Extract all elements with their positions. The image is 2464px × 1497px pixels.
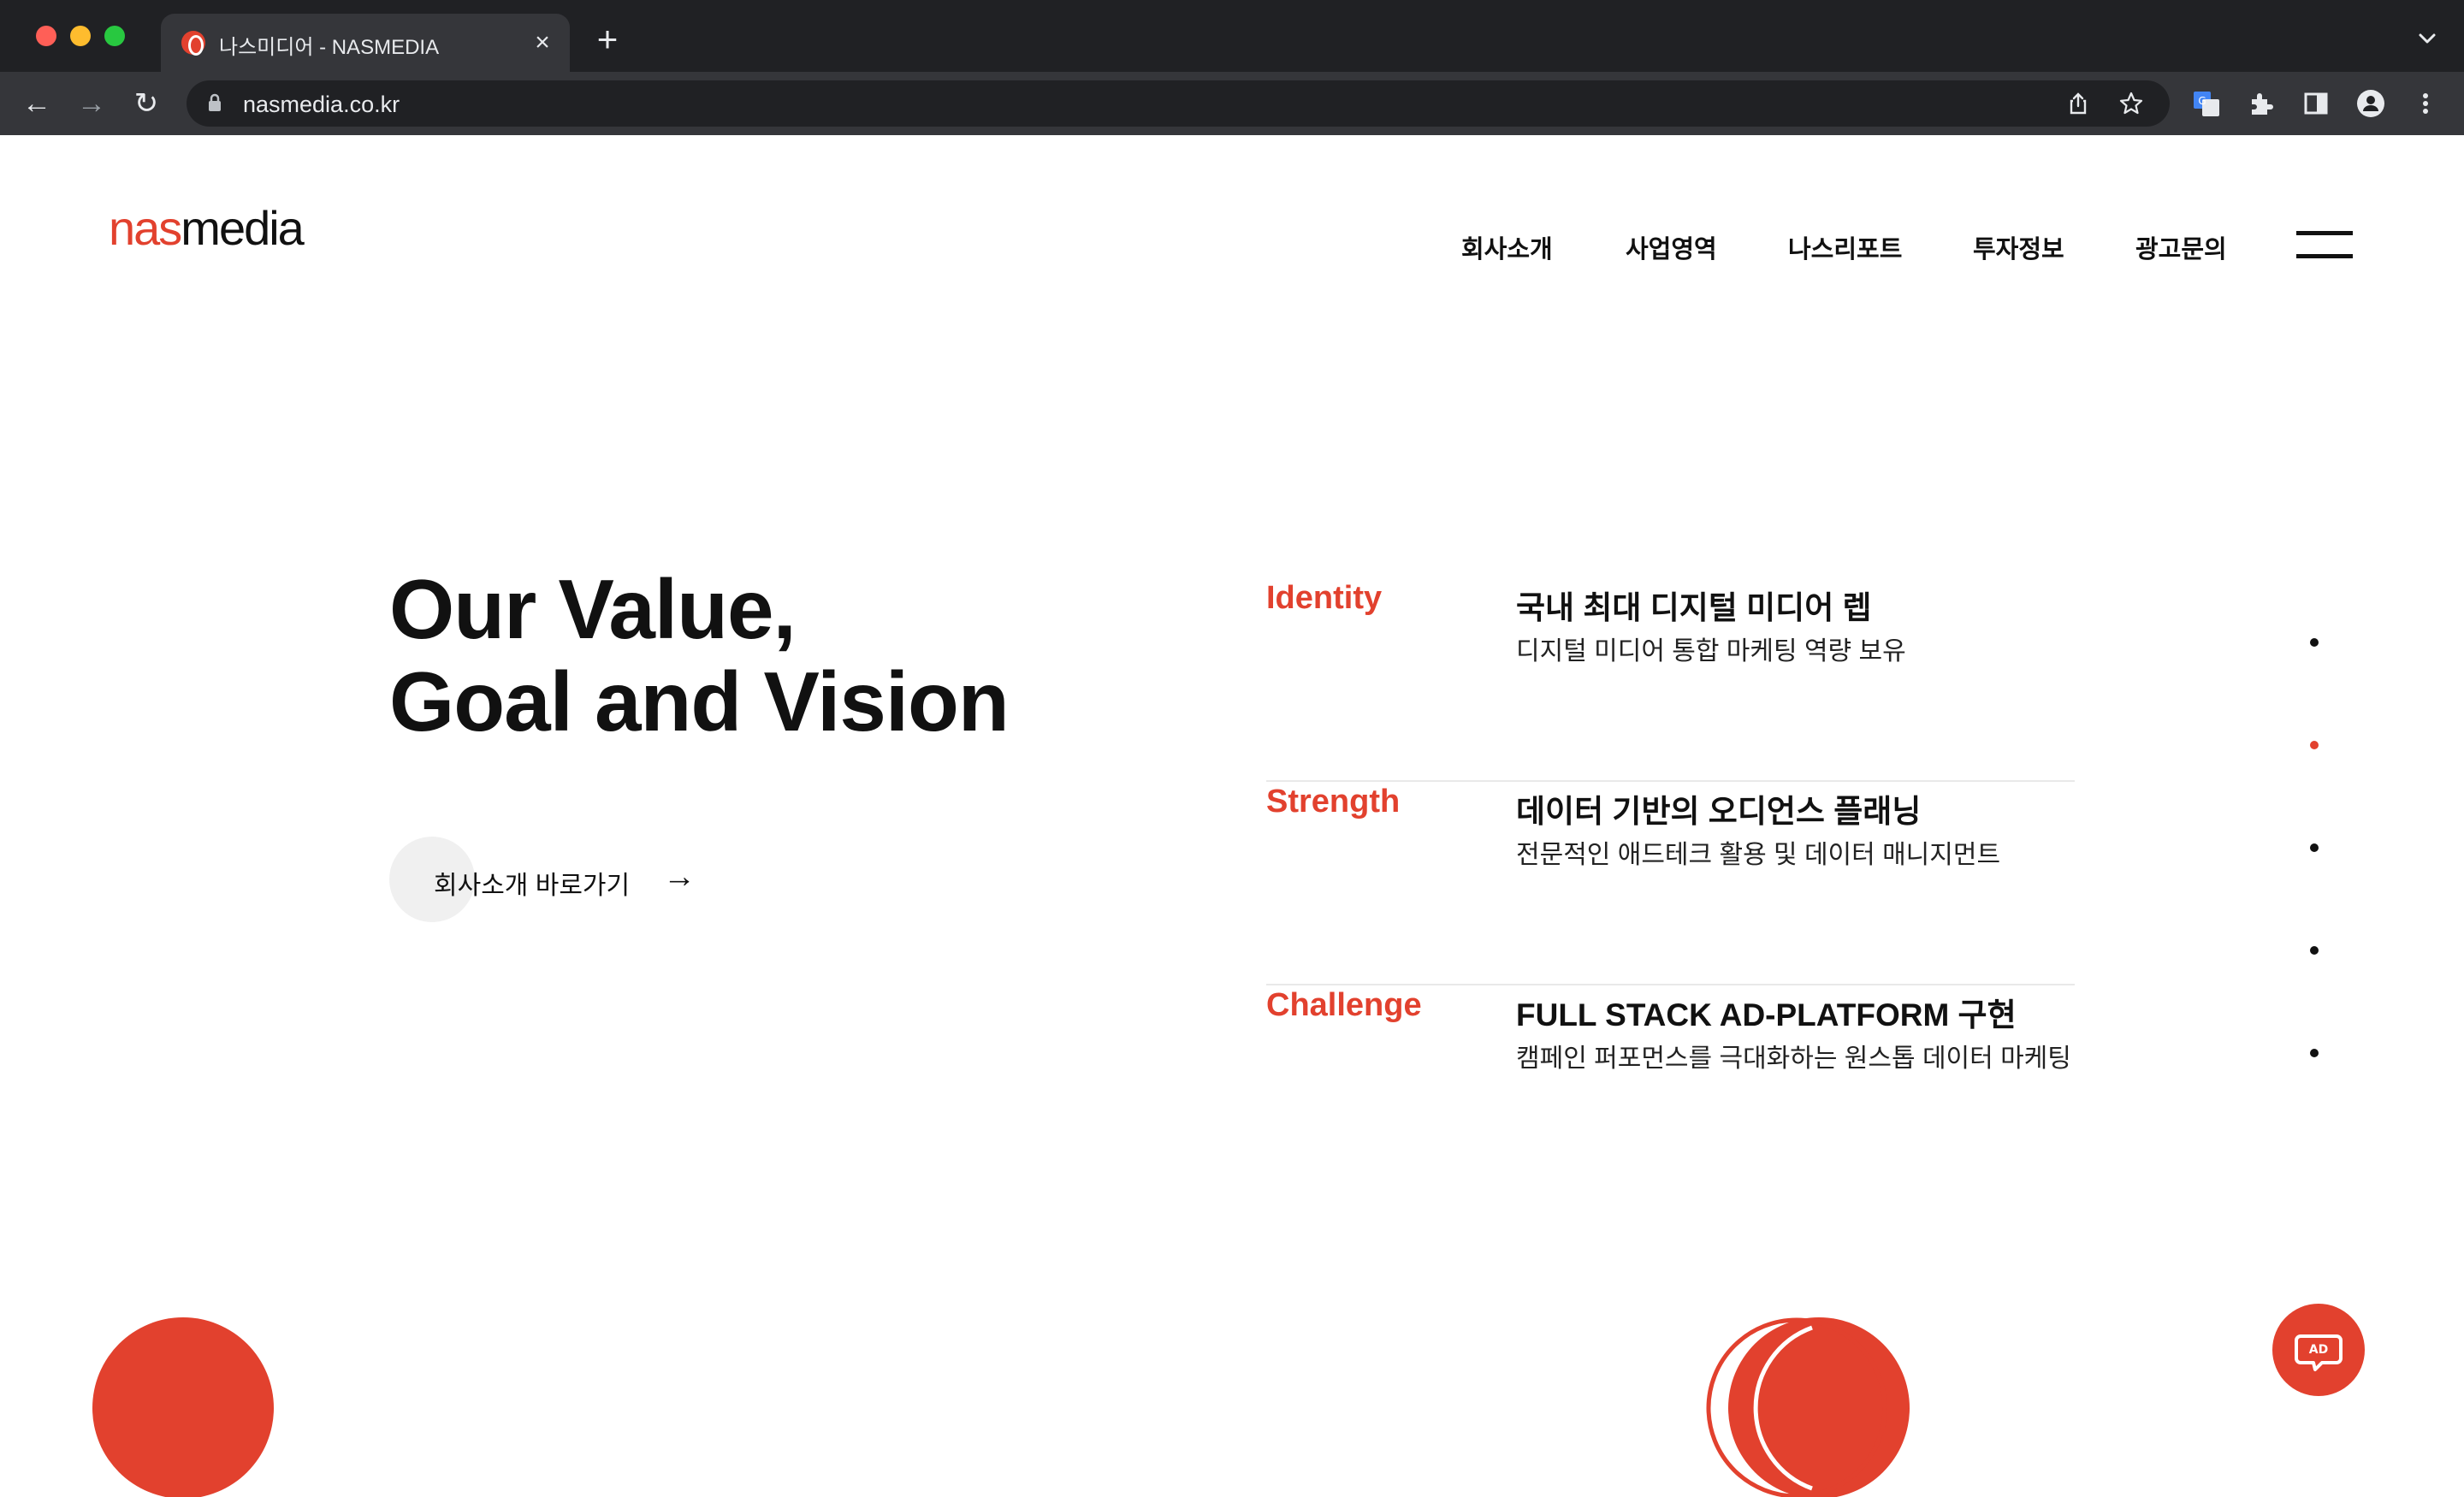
value-item-strength: Strength 데이터 기반의 오디언스 플래닝 전문적인 애드테크 활용 및… xyxy=(1266,784,2075,985)
value-desc: 전문적인 애드테크 활용 및 데이터 매니지먼트 xyxy=(1516,841,2001,869)
new-tab-button[interactable]: + xyxy=(590,21,625,57)
nav-item-ad-inquiry[interactable]: 광고문의 xyxy=(2135,229,2227,265)
browser-chrome: 나스미디어 - NASMEDIA × + ← → ↻ nasmedia.co.k… xyxy=(0,0,2464,135)
logo-part-media: media xyxy=(181,201,305,255)
value-key: Challenge xyxy=(1266,987,1422,1023)
section-pager-dot[interactable] xyxy=(2310,946,2319,955)
page-headline: Our Value, Goal and Vision xyxy=(389,562,1010,748)
nav-item-report[interactable]: 나스리포트 xyxy=(1788,229,1902,265)
ad-chat-bubble-icon: AD xyxy=(2295,1334,2343,1371)
nav-item-business[interactable]: 사업영역 xyxy=(1626,229,1717,265)
nav-item-investor[interactable]: 투자정보 xyxy=(1973,229,2064,265)
profile-avatar-icon[interactable] xyxy=(2356,89,2385,118)
value-key: Identity xyxy=(1266,580,1383,616)
bookmark-star-icon[interactable] xyxy=(2118,91,2144,116)
value-item-identity: Identity 국내 최대 디지털 미디어 렙 디지털 미디어 통합 마케팅 … xyxy=(1266,580,2075,782)
website-viewport: nasmedia 회사소개 사업영역 나스리포트 투자정보 광고문의 Our V… xyxy=(0,135,2464,1497)
value-desc: 디지털 미디어 통합 마케팅 역량 보유 xyxy=(1516,637,1906,666)
minimize-window-button[interactable] xyxy=(70,26,91,46)
value-item-challenge: Challenge FULL STACK AD-PLATFORM 구현 캠페인 … xyxy=(1266,987,2075,1189)
forward-button[interactable]: → xyxy=(74,86,110,121)
translate-extension-icon[interactable]: G xyxy=(2192,89,2221,118)
close-window-button[interactable] xyxy=(36,26,56,46)
ad-chat-label: AD xyxy=(2309,1343,2328,1357)
hamburger-menu-icon[interactable] xyxy=(2296,231,2353,258)
favicon-icon xyxy=(181,31,205,56)
logo-part-nas: nas xyxy=(109,201,182,255)
back-button[interactable]: ← xyxy=(19,86,55,121)
section-pager-dot-active[interactable] xyxy=(2310,741,2319,749)
cta-label: 회사소개 바로가기 xyxy=(434,872,631,900)
svg-text:G: G xyxy=(2198,95,2206,107)
more-vert-icon[interactable] xyxy=(2411,89,2440,118)
ad-inquiry-chat-button[interactable]: AD xyxy=(2272,1304,2365,1396)
address-bar[interactable]: nasmedia.co.kr xyxy=(187,80,2170,127)
reload-button[interactable]: ↻ xyxy=(128,86,164,121)
headline-line-2: Goal and Vision xyxy=(389,654,1010,748)
zoom-window-button[interactable] xyxy=(104,26,125,46)
nasmedia-logo[interactable]: nasmedia xyxy=(109,200,305,256)
value-key: Strength xyxy=(1266,784,1401,820)
decorative-red-circle xyxy=(92,1317,274,1497)
section-pager-dot[interactable] xyxy=(2310,843,2319,852)
browser-toolbar: ← → ↻ nasmedia.co.kr G xyxy=(0,72,2464,135)
share-icon[interactable] xyxy=(2065,91,2091,116)
value-title: FULL STACK AD-PLATFORM 구현 xyxy=(1516,997,2017,1033)
arrow-right-icon: → xyxy=(663,859,696,895)
tab-strip: 나스미디어 - NASMEDIA × + xyxy=(0,0,2464,72)
value-title: 데이터 기반의 오디언스 플래닝 xyxy=(1516,794,1922,829)
tab-title: 나스미디어 - NASMEDIA xyxy=(219,36,440,59)
extensions-puzzle-icon[interactable] xyxy=(2247,89,2276,118)
value-title: 국내 최대 디지털 미디어 렙 xyxy=(1516,590,1872,625)
decorative-overlapping-circles xyxy=(1706,1317,1910,1497)
section-pager-dot[interactable] xyxy=(2310,1049,2319,1057)
company-intro-link-button[interactable]: 회사소개 바로가기 → xyxy=(389,837,714,922)
chevron-down-icon[interactable] xyxy=(2414,26,2440,51)
tab-active[interactable]: 나스미디어 - NASMEDIA × xyxy=(161,14,570,72)
lock-icon xyxy=(209,93,221,111)
url-text: nasmedia.co.kr xyxy=(243,92,400,117)
nav-item-company[interactable]: 회사소개 xyxy=(1461,229,1553,265)
side-panel-icon[interactable] xyxy=(2301,89,2331,118)
value-desc: 캠페인 퍼포먼스를 극대화하는 원스톱 데이터 마케팅 xyxy=(1516,1044,2071,1073)
headline-line-1: Our Value, xyxy=(389,562,797,656)
tab-close-button[interactable]: × xyxy=(527,27,558,58)
section-pager-dot[interactable] xyxy=(2310,638,2319,647)
